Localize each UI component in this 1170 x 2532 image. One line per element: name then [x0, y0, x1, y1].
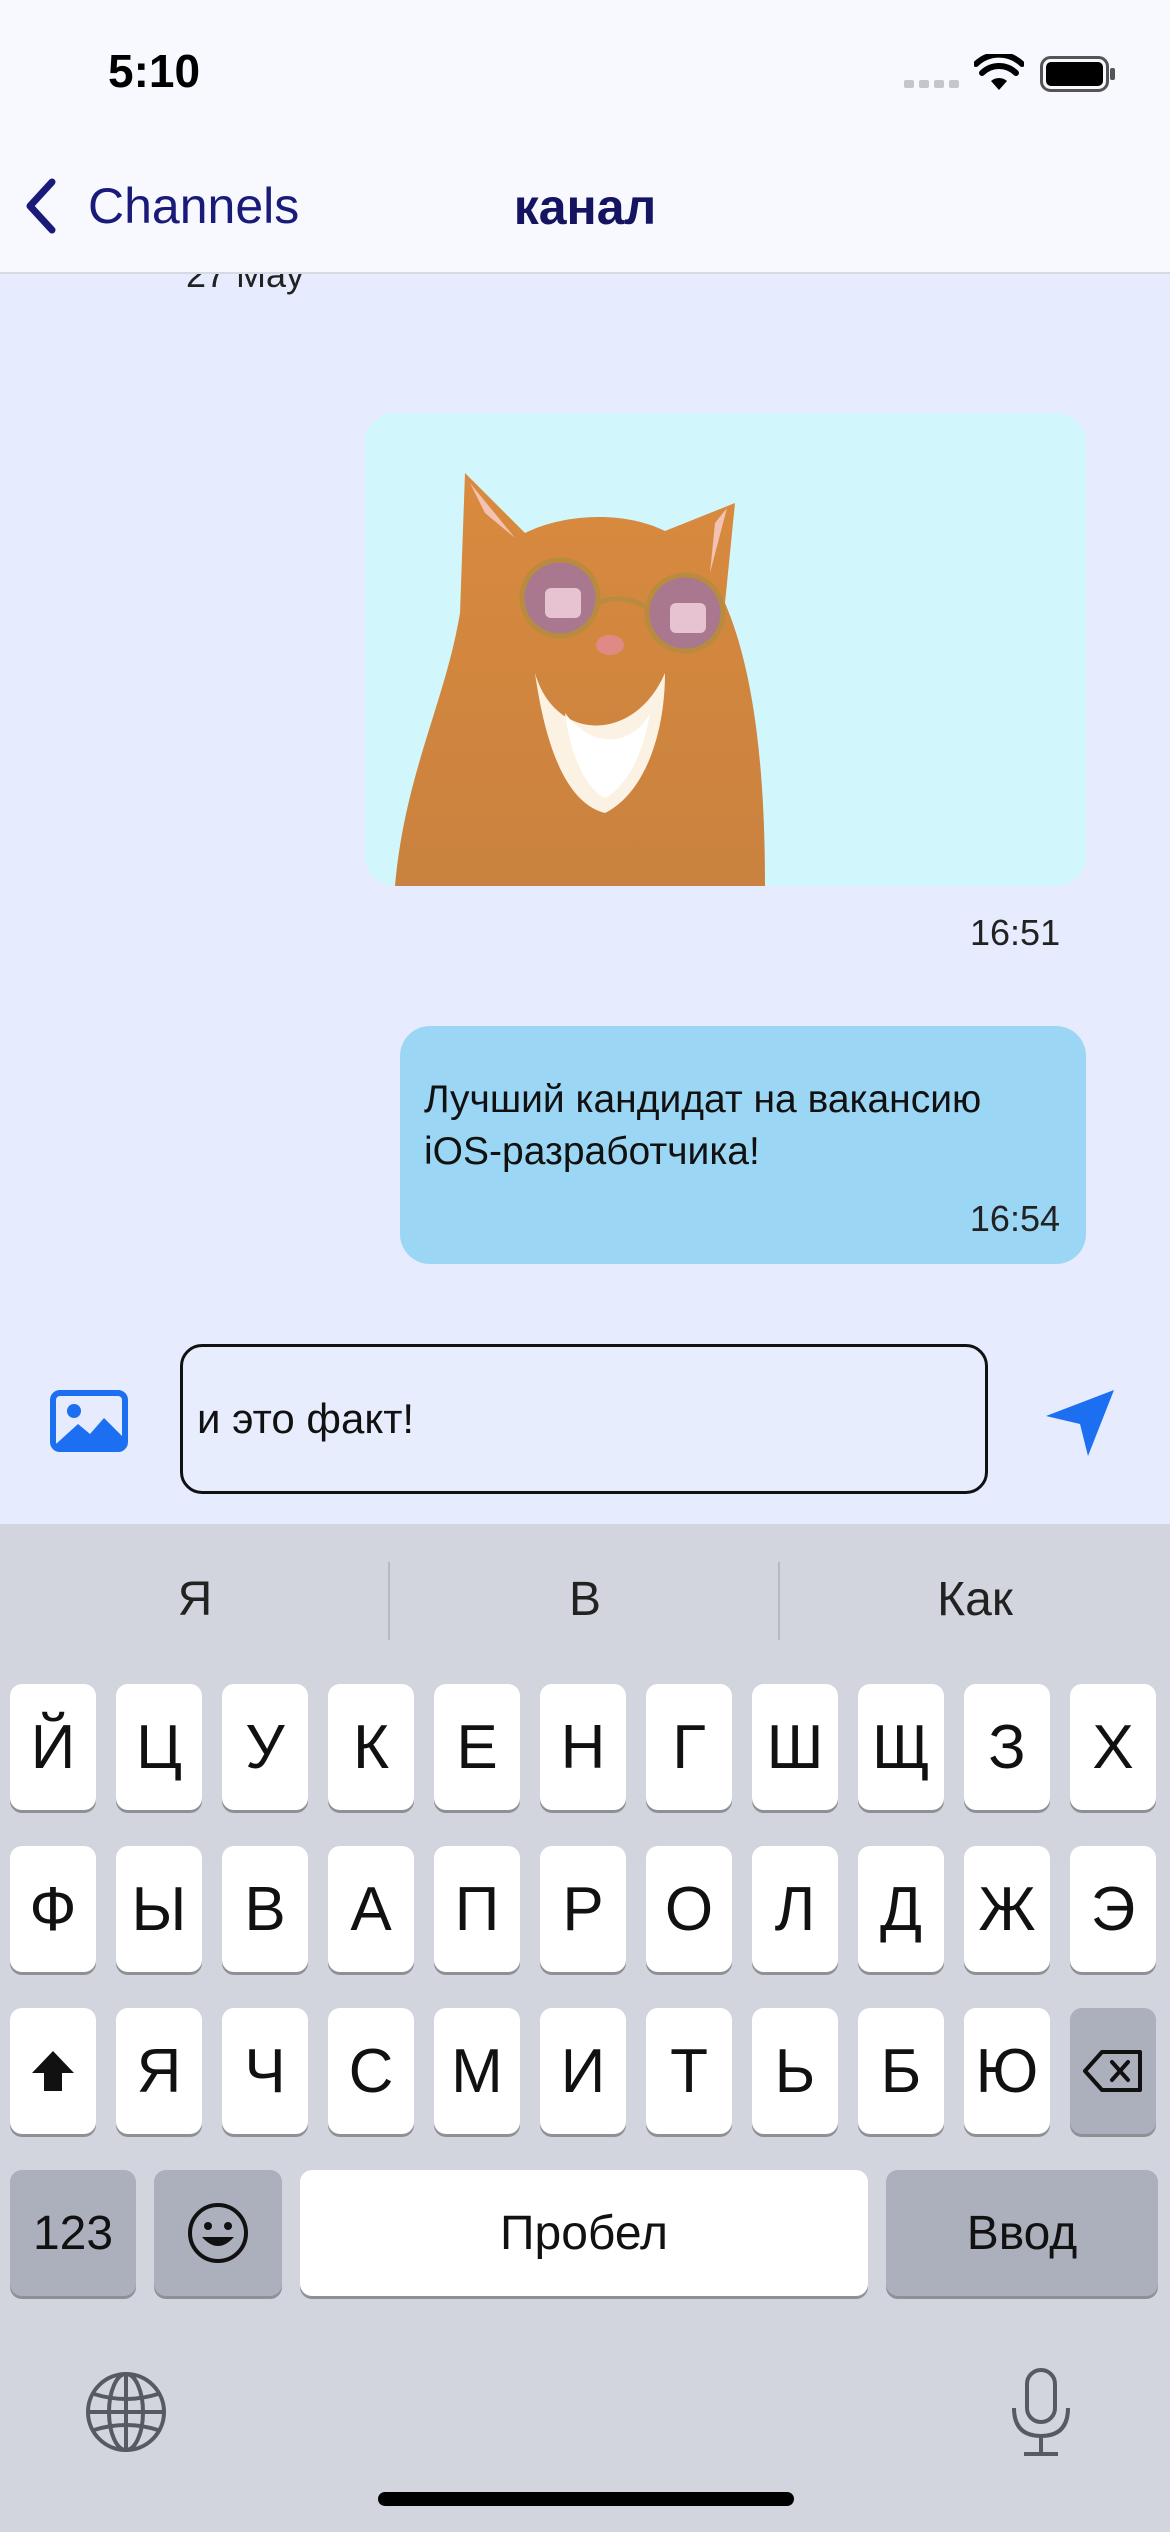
chevron-left-icon [26, 178, 56, 234]
key-29[interactable]: Ь [752, 2008, 838, 2134]
key-27[interactable]: И [540, 2008, 626, 2134]
key-6[interactable]: Н [540, 1684, 626, 1810]
cat-with-sunglasses-image [395, 473, 765, 886]
key-14[interactable]: В [222, 1846, 308, 1972]
key-9[interactable]: Щ [858, 1684, 944, 1810]
key-25[interactable]: С [328, 2008, 414, 2134]
cellular-signal-icon [904, 80, 959, 88]
key-5[interactable]: Е [434, 1684, 520, 1810]
microphone-icon [1012, 2368, 1070, 2456]
key-13[interactable]: Ы [116, 1846, 202, 1972]
key-10[interactable]: З [964, 1684, 1050, 1810]
photo-icon [50, 1390, 128, 1452]
key-22[interactable]: Э [1070, 1846, 1156, 1972]
send-button[interactable] [1042, 1386, 1118, 1460]
key-31[interactable]: Ю [964, 2008, 1050, 2134]
message-input[interactable] [180, 1344, 988, 1494]
send-paper-plane-icon [1046, 1390, 1114, 1456]
text-message-bubble[interactable]: Лучший кандидат на вакансию iOS-разработ… [400, 1026, 1086, 1264]
key-23[interactable]: Я [116, 2008, 202, 2134]
key-11[interactable]: Х [1070, 1684, 1156, 1810]
status-bar: 5:10 [0, 0, 1170, 140]
key-3[interactable]: У [222, 1684, 308, 1810]
emoji-key[interactable] [154, 2170, 282, 2296]
status-time: 5:10 [108, 45, 201, 97]
return-key[interactable]: Ввод [886, 2170, 1158, 2296]
key-21[interactable]: Ж [964, 1846, 1050, 1972]
attach-photo-button[interactable] [50, 1390, 128, 1452]
back-button[interactable]: Channels [22, 174, 299, 238]
key-30[interactable]: Б [858, 2008, 944, 2134]
suggestion-3[interactable]: Как [780, 1572, 1170, 1627]
key-2[interactable]: Ц [116, 1684, 202, 1810]
image-message-bubble[interactable] [365, 413, 1086, 886]
message-time: 16:54 [969, 1198, 1060, 1239]
globe-icon [86, 2372, 166, 2452]
keyboard: Я В Как Й Ц У К Е Н Г Ш Щ З Х Ф Ы В А П … [0, 1524, 1170, 2532]
key-19[interactable]: Л [752, 1846, 838, 1972]
key-12[interactable]: Ф [10, 1846, 96, 1972]
key-20[interactable]: Д [858, 1846, 944, 1972]
shift-arrow-icon [32, 2051, 74, 2091]
message-text: Лучший кандидат на вакансию iOS-разработ… [424, 1078, 982, 1173]
key-16[interactable]: П [434, 1846, 520, 1972]
dictation-button[interactable] [1008, 2366, 1074, 2460]
home-indicator[interactable] [378, 2492, 794, 2506]
key-26[interactable]: М [434, 2008, 520, 2134]
globe-button[interactable] [84, 2370, 168, 2454]
key-18[interactable]: О [646, 1846, 732, 1972]
key-1[interactable]: Й [10, 1684, 96, 1810]
emoji-smiley-icon [188, 2203, 248, 2263]
wifi-icon [974, 54, 1024, 90]
suggestion-1[interactable]: Я [0, 1572, 390, 1627]
key-8[interactable]: Ш [752, 1684, 838, 1810]
key-7[interactable]: Г [646, 1684, 732, 1810]
delete-backspace-icon [1083, 2050, 1142, 2092]
key-4[interactable]: К [328, 1684, 414, 1810]
key-15[interactable]: А [328, 1846, 414, 1972]
back-button-label: Channels [88, 178, 300, 234]
key-24[interactable]: Ч [222, 2008, 308, 2134]
key-17[interactable]: Р [540, 1846, 626, 1972]
shift-key[interactable] [10, 2008, 96, 2134]
numbers-key[interactable]: 123 [10, 2170, 136, 2296]
key-28[interactable]: Т [646, 2008, 732, 2134]
delete-key[interactable] [1070, 2008, 1156, 2134]
navigation-bar: канал Channels [0, 140, 1170, 274]
battery-icon [1040, 56, 1115, 92]
image-message-time: 16:51 [970, 912, 1061, 953]
suggestion-2[interactable]: В [390, 1572, 780, 1627]
space-key[interactable]: Пробел [300, 2170, 868, 2296]
message-composer [0, 1310, 1170, 1524]
